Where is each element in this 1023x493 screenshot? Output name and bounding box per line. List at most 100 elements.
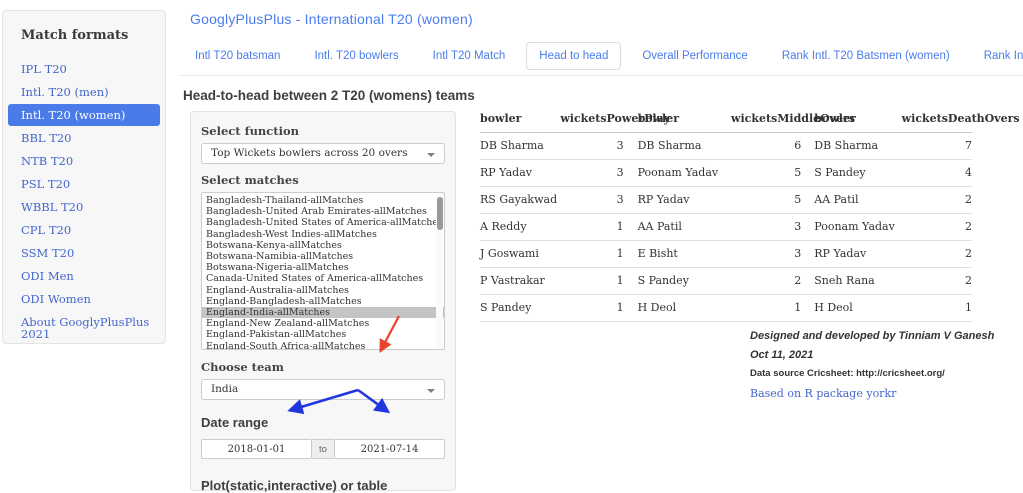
select-function-label: Select function (201, 124, 445, 138)
table-cell: DB Sharma (801, 133, 901, 160)
table-row: RP Yadav3Poonam Yadav5S Pandey4 (480, 160, 972, 187)
table-cell: Poonam Yadav (624, 160, 731, 187)
table-row: DB Sharma3DB Sharma6DB Sharma7 (480, 133, 972, 160)
table-header-cell: bowler (801, 106, 901, 133)
tab-rank-intl-t20-batsmen-women-[interactable]: Rank Intl. T20 Batsmen (women) (769, 42, 963, 70)
sidebar-item-bbl-t20[interactable]: BBL T20 (3, 127, 165, 149)
table-cell: S Pandey (480, 295, 560, 322)
sidebar-item-about-googlyplusplus-2021[interactable]: About GooglyPlusPlus 2021 (3, 311, 165, 345)
sidebar-item-intl-t20-women-[interactable]: Intl. T20 (women) (8, 104, 160, 126)
footer-date: Oct 11, 2021 (750, 349, 994, 361)
table-cell: 1 (560, 214, 623, 241)
choose-team-label: Choose team (201, 360, 445, 374)
select-matches-label: Select matches (201, 173, 445, 187)
match-formats-panel: Match formats IPL T20Intl. T20 (men)Intl… (2, 10, 166, 344)
table-header-cell: bowler (480, 106, 560, 133)
sidebar-item-odi-women[interactable]: ODI Women (3, 288, 165, 310)
match-option[interactable]: Canada-United States of America-allMatch… (202, 273, 444, 284)
table-cell: A Reddy (480, 214, 560, 241)
select-function-dropdown[interactable]: Top Wickets bowlers across 20 overs (201, 143, 445, 164)
table-cell: 5 (731, 187, 801, 214)
table-cell: 1 (560, 268, 623, 295)
table-cell: 5 (731, 160, 801, 187)
table-cell: S Pandey (801, 160, 901, 187)
table-cell: 3 (731, 241, 801, 268)
table-cell: E Bisht (624, 241, 731, 268)
match-option[interactable]: Bangladesh-West Indies-allMatches (202, 229, 444, 240)
sidebar-title: Match formats (3, 28, 165, 43)
tab-divider (180, 75, 1023, 76)
table-cell: J Goswami (480, 241, 560, 268)
table-cell: 1 (731, 295, 801, 322)
tab-intl-t20-match[interactable]: Intl T20 Match (420, 42, 519, 70)
table-cell: H Deol (801, 295, 901, 322)
table-cell: 2 (902, 214, 972, 241)
tab-overall-performance[interactable]: Overall Performance (629, 42, 760, 70)
sidebar-item-ssm-t20[interactable]: SSM T20 (3, 242, 165, 264)
tab-intl-t20-bowlers[interactable]: Intl. T20 bowlers (301, 42, 411, 70)
table-cell: 3 (560, 187, 623, 214)
match-option[interactable]: England-Australia-allMatches (202, 285, 444, 296)
table-cell: 4 (902, 160, 972, 187)
tab-head-to-head[interactable]: Head to head (526, 42, 621, 70)
match-option[interactable]: Bangladesh-United Arab Emirates-allMatch… (202, 206, 444, 217)
table-cell: P Vastrakar (480, 268, 560, 295)
table-header-cell: wicketsPowerPlay (560, 106, 623, 133)
date-end-input[interactable] (334, 439, 445, 459)
table-cell: 3 (560, 160, 623, 187)
table-cell: S Pandey (624, 268, 731, 295)
table-header-cell: bowler (624, 106, 731, 133)
sidebar-item-intl-t20-men-[interactable]: Intl. T20 (men) (3, 81, 165, 103)
page-title: GooglyPlusPlus - International T20 (wome… (190, 11, 473, 27)
match-option[interactable]: England-Pakistan-allMatches (202, 329, 444, 340)
select-matches-listbox[interactable]: Bangladesh-Thailand-allMatchesBangladesh… (201, 192, 445, 350)
table-cell: RP Yadav (624, 187, 731, 214)
footer: Designed and developed by Tinniam V Gane… (750, 330, 994, 400)
table-cell: 1 (902, 295, 972, 322)
match-option[interactable]: England-New Zealand-allMatches (202, 318, 444, 329)
match-option[interactable]: Botswana-Nigeria-allMatches (202, 262, 444, 273)
table-cell: RS Gayakwad (480, 187, 560, 214)
match-option[interactable]: England-India-allMatches (202, 307, 444, 318)
plot-or-table-heading: Plot(static,interactive) or table (201, 478, 445, 493)
table-cell: 1 (560, 295, 623, 322)
listbox-scrollbar-thumb[interactable] (437, 197, 443, 230)
sidebar-item-cpl-t20[interactable]: CPL T20 (3, 219, 165, 241)
match-option[interactable]: England-South Africa-allMatches (202, 341, 444, 350)
table-cell: 1 (560, 241, 623, 268)
footer-data-source: Data source Cricsheet: http://cricsheet.… (750, 368, 994, 379)
sidebar-item-wbbl-t20[interactable]: WBBL T20 (3, 196, 165, 218)
date-range-separator: to (312, 439, 334, 459)
date-range-control: to (201, 439, 445, 459)
sidebar-item-psl-t20[interactable]: PSL T20 (3, 173, 165, 195)
table-cell: RP Yadav (801, 241, 901, 268)
match-option[interactable]: Bangladesh-Thailand-allMatches (202, 195, 444, 206)
table-cell: 3 (560, 133, 623, 160)
match-option[interactable]: Bangladesh-United States of America-allM… (202, 217, 444, 228)
table-cell: 2 (731, 268, 801, 295)
yorkr-package-link[interactable]: Based on R package yorkr (750, 387, 994, 400)
table-cell: 2 (902, 187, 972, 214)
date-start-input[interactable] (201, 439, 312, 459)
match-option[interactable]: Botswana-Namibia-allMatches (202, 251, 444, 262)
match-option[interactable]: England-Bangladesh-allMatches (202, 296, 444, 307)
choose-team-value: India (211, 383, 238, 395)
table-row: S Pandey1H Deol1H Deol1 (480, 295, 972, 322)
match-option[interactable]: Botswana-Kenya-allMatches (202, 240, 444, 251)
choose-team-dropdown[interactable]: India (201, 379, 445, 400)
sidebar-item-ntb-t20[interactable]: NTB T20 (3, 150, 165, 172)
table-cell: AA Patil (801, 187, 901, 214)
table-cell: DB Sharma (624, 133, 731, 160)
listbox-scrollbar[interactable] (436, 194, 443, 350)
table-row: J Goswami1E Bisht3RP Yadav2 (480, 241, 972, 268)
table-cell: 3 (731, 214, 801, 241)
tab-intl-t20-batsman[interactable]: Intl T20 batsman (182, 42, 293, 70)
sidebar-item-odi-men[interactable]: ODI Men (3, 265, 165, 287)
tab-rank-intl-t20-bowlers-women-[interactable]: Rank Intl. T20 Bowlers (women) (971, 42, 1023, 70)
wickets-table-container: bowlerwicketsPowerPlaybowlerwicketsMiddl… (480, 106, 972, 322)
table-header-cell: wicketsMiddleOvers (731, 106, 801, 133)
table-row: RS Gayakwad3RP Yadav5AA Patil2 (480, 187, 972, 214)
sidebar-item-ipl-t20[interactable]: IPL T20 (3, 58, 165, 80)
table-cell: Sneh Rana (801, 268, 901, 295)
chevron-down-icon (427, 153, 435, 157)
